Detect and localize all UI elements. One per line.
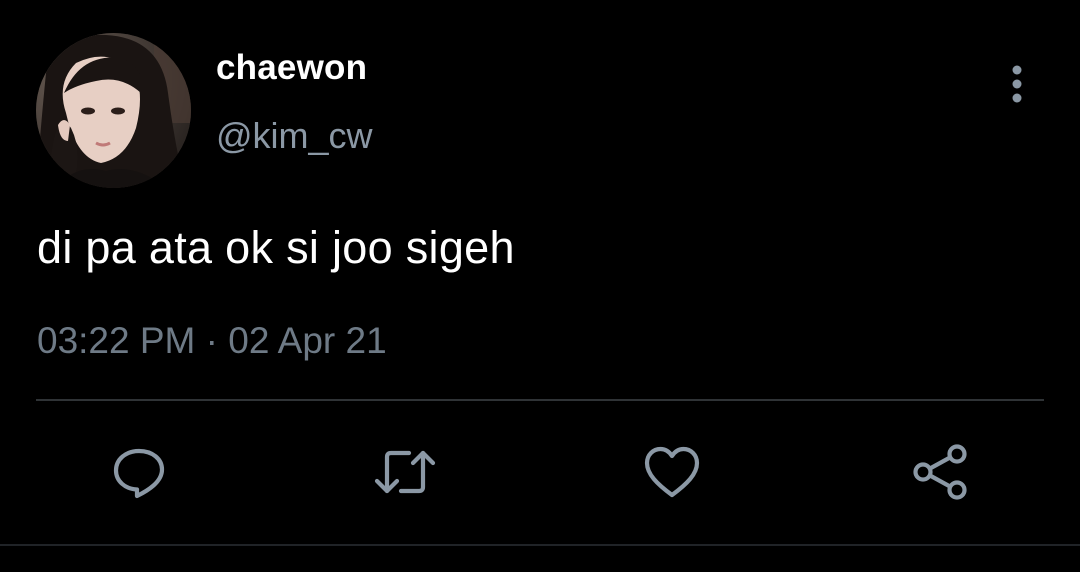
avatar-photo: [36, 33, 191, 188]
tweet-timestamp: 03:22 PM · 02 Apr 21: [37, 320, 387, 362]
display-name[interactable]: chaewon: [216, 48, 367, 88]
retweet-icon: [374, 450, 436, 494]
share-button[interactable]: [908, 440, 972, 504]
tweet-text: di pa ata ok si joo sigeh: [37, 222, 515, 273]
divider: [36, 399, 1044, 401]
tweet-detail: chaewon @kim_cw di pa ata ok si joo sige…: [0, 0, 1080, 572]
vertical-ellipsis-icon: [1012, 65, 1022, 103]
tweet-date[interactable]: 02 Apr 21: [228, 320, 386, 361]
retweet-button[interactable]: [373, 440, 437, 504]
like-button[interactable]: [640, 440, 704, 504]
avatar[interactable]: [36, 33, 191, 188]
user-handle[interactable]: @kim_cw: [216, 115, 373, 157]
reply-button[interactable]: [107, 440, 171, 504]
heart-icon: [644, 446, 700, 498]
share-icon: [913, 444, 967, 500]
more-options-button[interactable]: [1000, 62, 1034, 106]
speech-bubble-icon: [113, 448, 165, 499]
timestamp-separator: ·: [205, 320, 218, 361]
bottom-divider: [0, 544, 1080, 546]
tweet-time[interactable]: 03:22 PM: [37, 320, 195, 361]
